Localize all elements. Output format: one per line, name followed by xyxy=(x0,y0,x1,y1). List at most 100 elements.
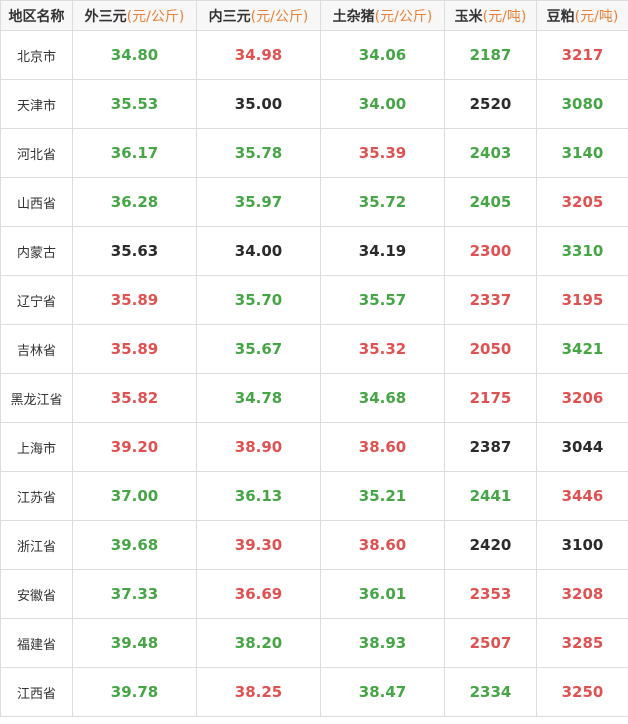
table-row: 河北省 36.17 35.78 35.39 2403 3140 xyxy=(0,128,628,178)
region-cell: 安徽省 xyxy=(0,569,73,619)
region-cell: 河北省 xyxy=(0,128,73,178)
column-header-unit: (元/吨) xyxy=(482,8,527,25)
price-cell: 37.00 xyxy=(72,471,197,521)
price-cell: 3285 xyxy=(536,618,628,668)
price-cell: 2050 xyxy=(444,324,537,374)
column-header-name: 土杂猪 xyxy=(332,8,375,25)
price-cell: 35.21 xyxy=(320,471,445,521)
table-row: 辽宁省 35.89 35.70 35.57 2337 3195 xyxy=(0,275,628,325)
table-row: 上海市 39.20 38.90 38.60 2387 3044 xyxy=(0,422,628,472)
region-cell: 山西省 xyxy=(0,177,73,227)
price-cell: 35.32 xyxy=(320,324,445,374)
column-header-unit: (元/吨) xyxy=(574,8,619,25)
region-cell: 吉林省 xyxy=(0,324,73,374)
column-header-unit: (元/公斤) xyxy=(126,8,185,25)
price-cell: 2337 xyxy=(444,275,537,325)
column-header: 内三元(元/公斤) xyxy=(196,0,321,31)
price-cell: 35.72 xyxy=(320,177,445,227)
header-row: 地区名称 外三元(元/公斤) 内三元(元/公斤) 土杂猪(元/公斤) 玉米(元/吨) 豆粕… xyxy=(0,0,628,31)
table-row: 福建省 39.48 38.20 38.93 2507 3285 xyxy=(0,618,628,668)
price-cell: 2520 xyxy=(444,79,537,129)
price-cell: 39.20 xyxy=(72,422,197,472)
region-cell: 上海市 xyxy=(0,422,73,472)
price-cell: 34.19 xyxy=(320,226,445,276)
price-cell: 34.78 xyxy=(196,373,321,423)
price-cell: 38.60 xyxy=(320,520,445,570)
price-cell: 3140 xyxy=(536,128,628,178)
region-cell: 江苏省 xyxy=(0,471,73,521)
price-cell: 35.89 xyxy=(72,275,197,325)
column-header: 豆粕(元/吨) xyxy=(536,0,628,31)
table-row: 江苏省 37.00 36.13 35.21 2441 3446 xyxy=(0,471,628,521)
column-header-name: 内三元 xyxy=(208,8,251,25)
price-cell: 34.68 xyxy=(320,373,445,423)
price-cell: 35.57 xyxy=(320,275,445,325)
price-cell: 2420 xyxy=(444,520,537,570)
price-cell: 3100 xyxy=(536,520,628,570)
price-cell: 2387 xyxy=(444,422,537,472)
price-cell: 2403 xyxy=(444,128,537,178)
price-cell: 39.78 xyxy=(72,667,197,717)
price-cell: 39.68 xyxy=(72,520,197,570)
table-row: 浙江省 39.68 39.30 38.60 2420 3100 xyxy=(0,520,628,570)
price-cell: 3206 xyxy=(536,373,628,423)
price-cell: 38.93 xyxy=(320,618,445,668)
price-cell: 2405 xyxy=(444,177,537,227)
price-cell: 34.06 xyxy=(320,30,445,80)
table-body: 北京市 34.80 34.98 34.06 2187 3217 天津市 35.53 35.00 3… xyxy=(0,30,628,717)
price-cell: 2507 xyxy=(444,618,537,668)
price-cell: 3205 xyxy=(536,177,628,227)
price-cell: 39.48 xyxy=(72,618,197,668)
price-cell: 38.20 xyxy=(196,618,321,668)
price-cell: 36.69 xyxy=(196,569,321,619)
price-cell: 35.70 xyxy=(196,275,321,325)
column-header-name: 地区名称 xyxy=(8,8,65,25)
price-cell: 38.60 xyxy=(320,422,445,472)
price-cell: 3250 xyxy=(536,667,628,717)
region-cell: 江西省 xyxy=(0,667,73,717)
price-cell: 3421 xyxy=(536,324,628,374)
column-header: 玉米(元/吨) xyxy=(444,0,537,31)
column-header: 地区名称 xyxy=(0,0,73,31)
price-cell: 35.39 xyxy=(320,128,445,178)
price-cell: 36.01 xyxy=(320,569,445,619)
region-cell: 福建省 xyxy=(0,618,73,668)
table-row: 安徽省 37.33 36.69 36.01 2353 3208 xyxy=(0,569,628,619)
price-cell: 36.28 xyxy=(72,177,197,227)
price-cell: 3080 xyxy=(536,79,628,129)
price-cell: 34.98 xyxy=(196,30,321,80)
region-cell: 天津市 xyxy=(0,79,73,129)
price-cell: 35.67 xyxy=(196,324,321,374)
price-cell: 35.82 xyxy=(72,373,197,423)
table-row: 山西省 36.28 35.97 35.72 2405 3205 xyxy=(0,177,628,227)
price-cell: 36.13 xyxy=(196,471,321,521)
column-header-unit: (元/公斤) xyxy=(250,8,309,25)
region-cell: 黑龙江省 xyxy=(0,373,73,423)
price-cell: 34.00 xyxy=(320,79,445,129)
price-cell: 39.30 xyxy=(196,520,321,570)
price-cell: 34.00 xyxy=(196,226,321,276)
price-cell: 3446 xyxy=(536,471,628,521)
price-cell: 2353 xyxy=(444,569,537,619)
price-cell: 38.25 xyxy=(196,667,321,717)
column-header: 土杂猪(元/公斤) xyxy=(320,0,445,31)
column-header-name: 豆粕 xyxy=(546,8,575,25)
column-header-name: 玉米 xyxy=(454,8,483,25)
price-cell: 35.63 xyxy=(72,226,197,276)
price-cell: 35.89 xyxy=(72,324,197,374)
price-cell: 37.33 xyxy=(72,569,197,619)
table-row: 内蒙古 35.63 34.00 34.19 2300 3310 xyxy=(0,226,628,276)
price-cell: 38.90 xyxy=(196,422,321,472)
price-cell: 2334 xyxy=(444,667,537,717)
table-row: 吉林省 35.89 35.67 35.32 2050 3421 xyxy=(0,324,628,374)
price-cell: 3310 xyxy=(536,226,628,276)
column-header: 外三元(元/公斤) xyxy=(72,0,197,31)
column-header-unit: (元/公斤) xyxy=(374,8,433,25)
price-cell: 2441 xyxy=(444,471,537,521)
price-cell: 35.97 xyxy=(196,177,321,227)
price-cell: 3195 xyxy=(536,275,628,325)
table-row: 天津市 35.53 35.00 34.00 2520 3080 xyxy=(0,79,628,129)
region-cell: 北京市 xyxy=(0,30,73,80)
price-cell: 34.80 xyxy=(72,30,197,80)
region-cell: 浙江省 xyxy=(0,520,73,570)
